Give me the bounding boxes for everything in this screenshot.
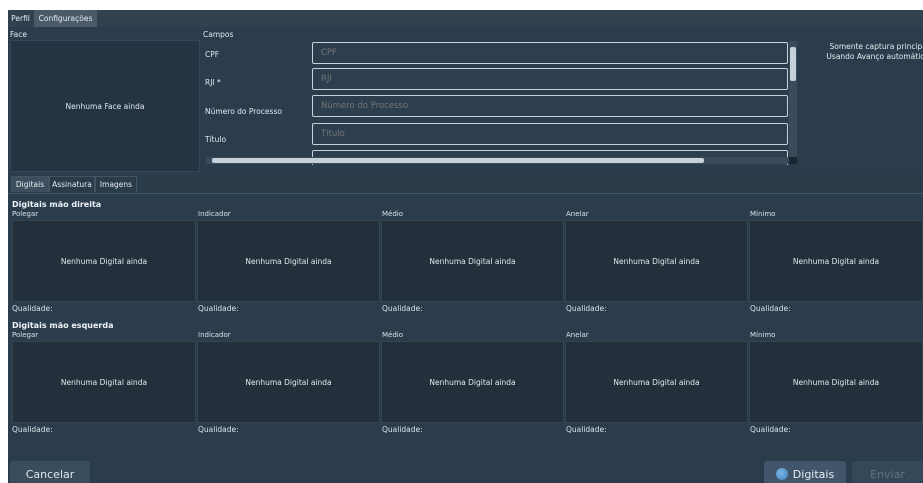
left-middle-placeholder: Nenhuma Digital ainda (429, 377, 516, 387)
left-thumb-placeholder: Nenhuma Digital ainda (60, 377, 148, 387)
left-index-quality: Qualidade: (198, 425, 239, 434)
fingerprints-button-label: Digitais (792, 467, 835, 481)
fields-scroll-area: CPF RJI * Número do Processo Título (202, 40, 792, 165)
cpf-label: CPF (205, 50, 220, 59)
left-little-quality: Qualidade: (750, 425, 791, 434)
title-input[interactable] (312, 123, 788, 145)
right-ring-placeholder: Nenhuma Digital ainda (613, 256, 700, 266)
send-button-label: Enviar (870, 467, 905, 481)
left-thumb-fingerprint[interactable]: Nenhuma Digital ainda (12, 341, 196, 423)
right-thumb-quality: Qualidade: (12, 304, 53, 313)
right-index-quality: Qualidade: (198, 304, 239, 313)
left-thumb-quality: Qualidade: (12, 425, 53, 434)
right-middle-quality: Qualidade: (382, 304, 423, 313)
fields-horizontal-scrollbar[interactable] (206, 157, 789, 164)
fields-horizontal-thumb[interactable] (212, 158, 704, 163)
right-index-fingerprint[interactable]: Nenhuma Digital ainda (197, 220, 380, 302)
left-ring-fingerprint[interactable]: Nenhuma Digital ainda (565, 341, 748, 423)
title-label: Título (205, 135, 227, 144)
left-middle-quality: Qualidade: (382, 425, 423, 434)
right-thumb-fingerprint[interactable]: Nenhuma Digital ainda (12, 220, 196, 302)
tab-imagens[interactable]: Imagens (95, 176, 137, 192)
right-middle-label: Médio (382, 210, 404, 218)
cpf-input[interactable] (312, 42, 788, 64)
left-index-fingerprint[interactable]: Nenhuma Digital ainda (197, 341, 380, 423)
fields-vertical-thumb[interactable] (790, 47, 796, 81)
tab-digitais[interactable]: Digitais (11, 176, 49, 192)
left-index-label: Indicador (198, 331, 231, 339)
right-hand-title: Digitais mão direita (12, 200, 102, 209)
right-middle-placeholder: Nenhuma Digital ainda (429, 256, 516, 266)
right-ring-label: Anelar (566, 210, 589, 218)
main-window: Perfil Configurações Face Nenhuma Face a… (8, 10, 923, 483)
face-placeholder: Nenhuma Face ainda (65, 101, 145, 111)
send-button[interactable]: Enviar (852, 461, 923, 483)
rji-input[interactable] (312, 68, 788, 90)
left-thumb-label: Polegar (12, 331, 39, 339)
top-tab-bar (8, 10, 923, 27)
right-ring-quality: Qualidade: (566, 304, 607, 313)
right-little-quality: Qualidade: (750, 304, 791, 313)
left-little-label: Mínimo (750, 331, 776, 339)
right-little-fingerprint[interactable]: Nenhuma Digital ainda (749, 220, 923, 302)
left-ring-label: Anelar (566, 331, 589, 339)
left-little-fingerprint[interactable]: Nenhuma Digital ainda (749, 341, 923, 423)
left-little-placeholder: Nenhuma Digital ainda (792, 377, 880, 387)
left-hand-title: Digitais mão esquerda (12, 321, 114, 330)
rji-label: RJI * (205, 78, 221, 87)
cancel-button-label: Cancelar (25, 467, 75, 481)
capture-note: Somente captura principal Usando Avanço … (826, 42, 923, 62)
right-index-label: Indicador (198, 210, 231, 218)
fingerprints-button[interactable]: Digitais (764, 461, 846, 483)
fingerprint-icon (775, 468, 788, 480)
left-ring-placeholder: Nenhuma Digital ainda (613, 377, 700, 387)
left-ring-quality: Qualidade: (566, 425, 607, 434)
capture-note-line1: Somente captura principal (829, 42, 923, 51)
right-thumb-placeholder: Nenhuma Digital ainda (60, 256, 148, 266)
right-little-placeholder: Nenhuma Digital ainda (792, 256, 880, 266)
tab-assinatura[interactable]: Assinatura (49, 176, 95, 192)
capture-note-line2: Usando Avanço automático (826, 52, 923, 61)
scroll-corner (789, 157, 797, 164)
capture-tab-bar (8, 172, 923, 194)
right-middle-fingerprint[interactable]: Nenhuma Digital ainda (381, 220, 564, 302)
app-root: Perfil Configurações Face Nenhuma Face a… (0, 0, 923, 483)
face-label: Face (10, 30, 27, 39)
right-index-placeholder: Nenhuma Digital ainda (245, 256, 332, 266)
tab-configuracoes[interactable]: Configurações (34, 10, 97, 27)
process-number-input[interactable] (312, 95, 788, 117)
cancel-button[interactable]: Cancelar (10, 461, 90, 483)
process-number-label: Número do Processo (205, 107, 282, 116)
right-thumb-label: Polegar (12, 210, 39, 218)
face-preview[interactable]: Nenhuma Face ainda (10, 40, 200, 172)
left-middle-fingerprint[interactable]: Nenhuma Digital ainda (381, 341, 564, 423)
tab-perfil[interactable]: Perfil (8, 10, 33, 27)
right-ring-fingerprint[interactable]: Nenhuma Digital ainda (565, 220, 748, 302)
fields-vertical-scrollbar[interactable] (789, 41, 797, 159)
left-index-placeholder: Nenhuma Digital ainda (245, 377, 332, 387)
fields-title: Campos (203, 30, 234, 39)
left-middle-label: Médio (382, 331, 404, 339)
right-little-label: Mínimo (750, 210, 776, 218)
